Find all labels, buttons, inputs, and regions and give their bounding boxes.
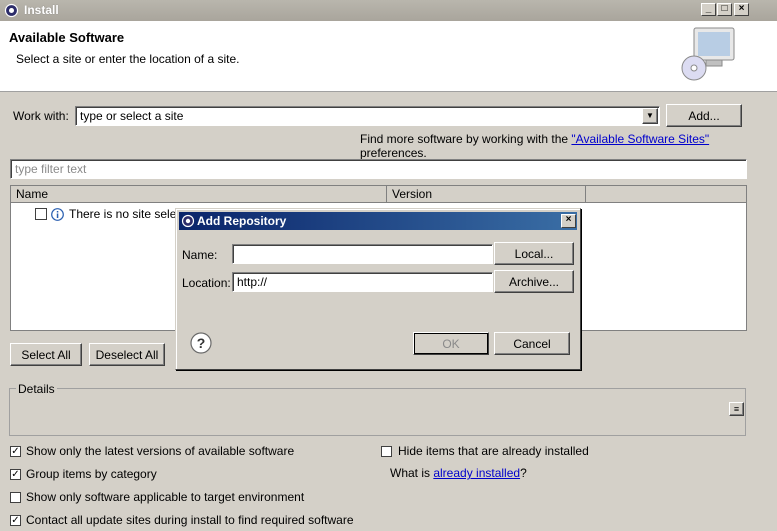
option-hide-installed[interactable]: Hide items that are already installed — [381, 444, 589, 458]
work-with-value: type or select a site — [80, 109, 184, 123]
target-env-checkbox[interactable] — [10, 491, 21, 503]
dialog-title: Add Repository — [197, 214, 287, 228]
maximize-button[interactable]: □ — [717, 3, 732, 16]
page-description: Select a site or enter the location of a… — [16, 52, 240, 66]
location-label: Location: — [182, 276, 231, 290]
install-computer-icon — [681, 27, 735, 81]
eclipse-icon — [181, 214, 195, 228]
contact-sites-checkbox[interactable]: ✓ — [10, 514, 21, 526]
column-header-filler — [586, 186, 746, 203]
filter-placeholder: type filter text — [15, 162, 87, 176]
add-site-button[interactable]: Add... — [666, 104, 742, 127]
group-by-category-checkbox[interactable]: ✓ — [10, 468, 21, 480]
dialog-title-bar[interactable]: Add Repository × — [179, 212, 577, 230]
location-input[interactable]: http:// — [232, 272, 493, 292]
option-latest-versions[interactable]: ✓ Show only the latest versions of avail… — [10, 444, 294, 458]
option-group-by-category[interactable]: ✓ Group items by category — [10, 467, 157, 481]
help-icon[interactable]: ? — [190, 332, 212, 354]
deselect-all-button[interactable]: Deselect All — [89, 343, 165, 366]
menu-icon: ≡ — [733, 404, 740, 414]
details-expand-button[interactable]: ≡ — [729, 402, 744, 416]
close-button[interactable]: × — [734, 3, 749, 16]
available-software-sites-link[interactable]: "Available Software Sites" — [571, 132, 709, 146]
page-title: Available Software — [9, 30, 125, 45]
column-header-name[interactable]: Name — [11, 186, 387, 203]
add-repository-dialog[interactable]: Add Repository × Name: Local... Location… — [175, 208, 581, 370]
select-all-button[interactable]: Select All — [10, 343, 82, 366]
option-target-env[interactable]: Show only software applicable to target … — [10, 490, 304, 504]
hide-installed-checkbox[interactable] — [381, 445, 392, 457]
details-label: Details — [16, 382, 57, 396]
name-input[interactable] — [232, 244, 493, 264]
find-more-text: Find more software by working with the "… — [360, 132, 710, 160]
chevron-down-icon: ▼ — [646, 111, 654, 120]
window-title: Install — [24, 3, 59, 17]
column-header-version[interactable]: Version — [387, 186, 586, 203]
window-title-bar[interactable]: Install _ □ × — [0, 0, 777, 21]
option-contact-sites[interactable]: ✓ Contact all update sites during instal… — [10, 513, 354, 527]
already-installed-link[interactable]: already installed — [433, 466, 520, 480]
wizard-header: Available Software Select a site or ente… — [0, 21, 777, 92]
work-with-combo[interactable]: type or select a site ▼ — [75, 106, 660, 126]
row-checkbox[interactable] — [35, 208, 47, 220]
archive-button[interactable]: Archive... — [494, 270, 574, 293]
latest-versions-checkbox[interactable]: ✓ — [10, 445, 21, 457]
ok-button[interactable]: OK — [413, 332, 489, 355]
info-icon — [51, 207, 64, 221]
details-group — [9, 388, 746, 436]
dialog-close-button[interactable]: × — [561, 214, 576, 228]
svg-text:?: ? — [197, 335, 206, 351]
name-label: Name: — [182, 248, 218, 262]
local-button[interactable]: Local... — [494, 242, 574, 265]
minimize-button[interactable]: _ — [701, 3, 716, 16]
cancel-button[interactable]: Cancel — [494, 332, 570, 355]
combo-dropdown-button[interactable]: ▼ — [642, 108, 658, 124]
eclipse-icon — [4, 3, 19, 18]
work-with-label: Work with: — [13, 109, 69, 123]
what-is-installed-text: What is already installed? — [390, 466, 527, 480]
filter-input[interactable]: type filter text — [10, 159, 747, 179]
